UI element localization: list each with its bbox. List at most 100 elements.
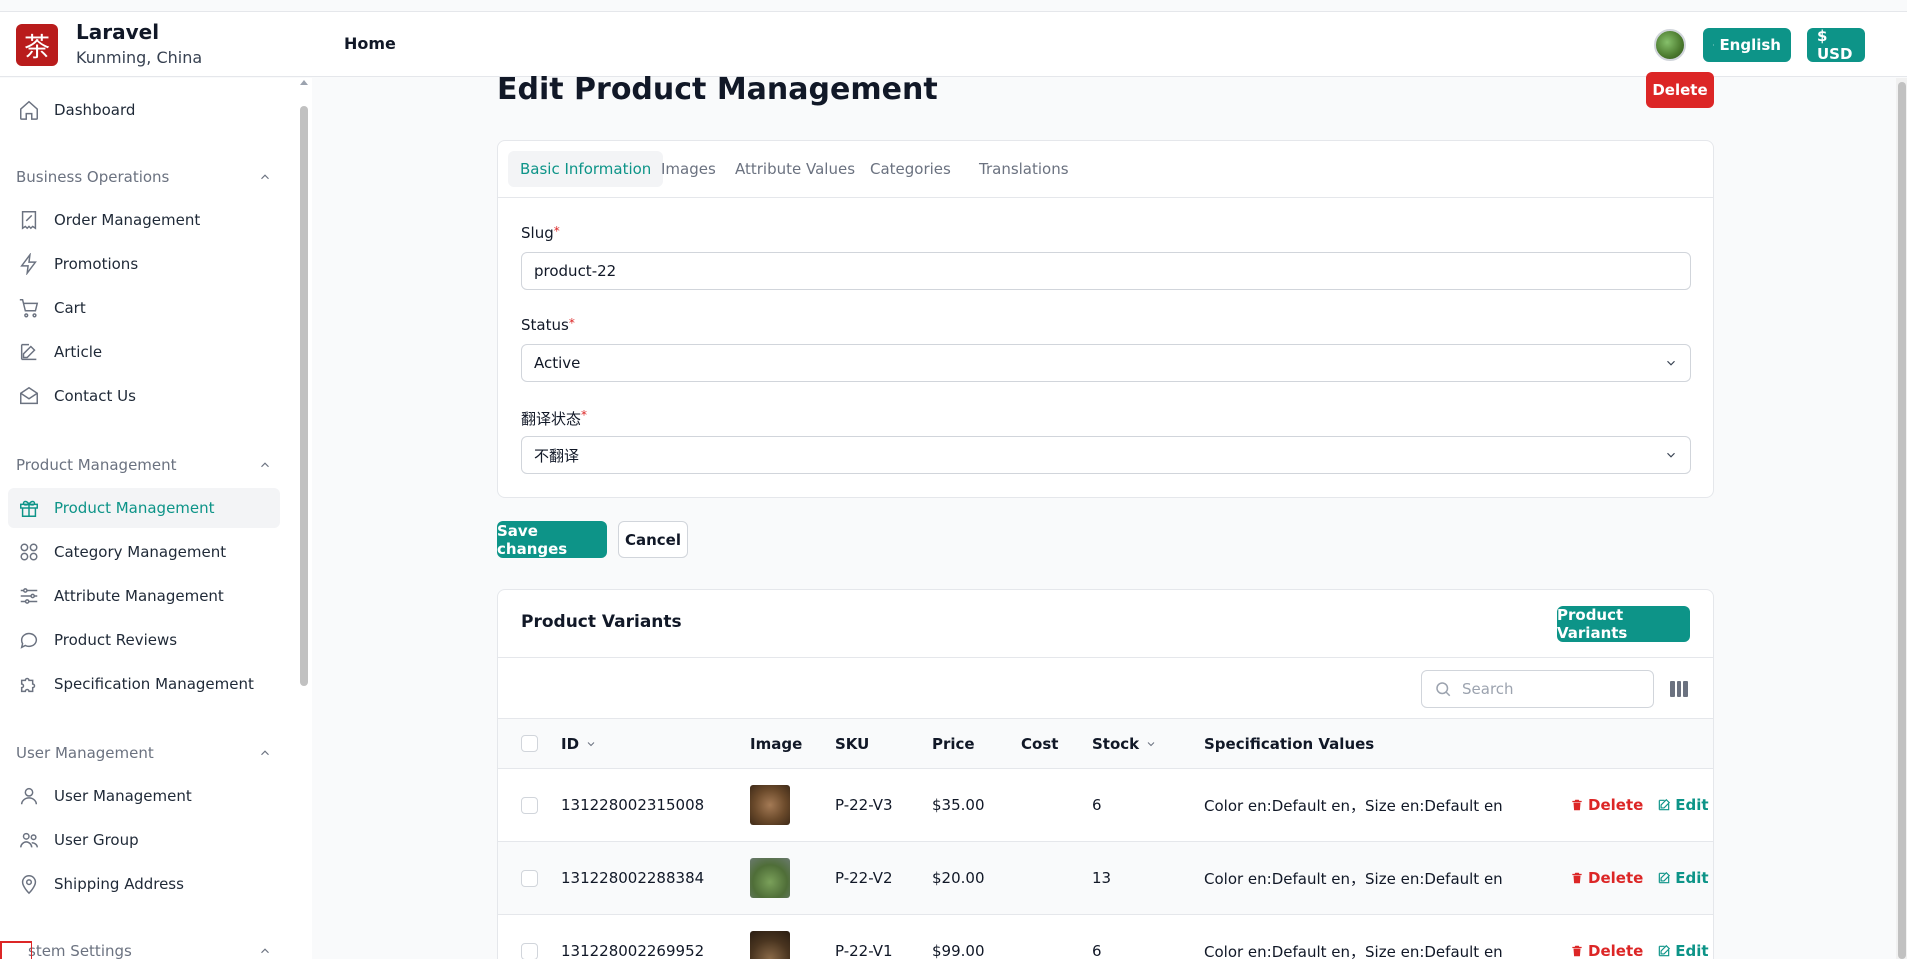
row-checkbox[interactable] <box>521 796 538 814</box>
puzzle-icon <box>20 677 36 693</box>
search-input[interactable]: Search <box>1421 670 1654 708</box>
translation-status-label-text: 翻译状态 <box>521 410 582 428</box>
tab-attribute-values[interactable]: Attribute Values <box>723 151 867 187</box>
variant-price: $99.00 <box>932 942 985 959</box>
users-icon <box>20 832 38 848</box>
globe-icon <box>1713 44 1715 46</box>
sidebar-item-user-group[interactable]: User Group <box>8 820 280 860</box>
cancel-button[interactable]: Cancel <box>618 521 688 558</box>
column-price: Price <box>932 734 975 753</box>
variant-stock: 13 <box>1092 869 1112 887</box>
sidebar-item-dashboard[interactable]: Dashboard <box>8 90 280 130</box>
language-label: English <box>1719 36 1781 54</box>
sidebar-item-attribute-management[interactable]: Attribute Management <box>8 576 280 616</box>
variant-image[interactable] <box>750 931 790 959</box>
edit-icon <box>1659 798 1671 811</box>
slug-label: Slug* <box>521 224 560 242</box>
delete-button[interactable]: Delete <box>1646 72 1714 108</box>
edit-label: Edit <box>1675 796 1709 814</box>
sidebar-item-label: Attribute Management <box>54 587 224 605</box>
scroll-up-arrow[interactable] <box>300 80 308 85</box>
sidebar-scroll-thumb[interactable] <box>300 106 308 686</box>
sidebar-item-specification-management[interactable]: Specification Management <box>8 664 280 704</box>
gift-icon <box>20 500 38 517</box>
product-variants-card: Product Variants Product Variants Search… <box>497 589 1714 959</box>
page-scroll-thumb[interactable] <box>1898 82 1906 959</box>
sidebar-item-category-management[interactable]: Category Management <box>8 532 280 572</box>
variant-price: $35.00 <box>932 796 985 814</box>
nav-home-link[interactable]: Home <box>344 34 396 53</box>
section-title: User Management <box>16 744 154 762</box>
sidebar-item-label: Product Reviews <box>54 631 178 649</box>
select-all-checkbox[interactable] <box>521 735 538 752</box>
row-actions: Delete Edit <box>1570 842 1709 914</box>
sidebar-item-shipping-address[interactable]: Shipping Address <box>8 864 280 904</box>
row-edit-button[interactable]: Edit <box>1657 796 1709 814</box>
sidebar-item-article[interactable]: Article <box>8 332 280 372</box>
column-id-label: ID <box>561 734 580 753</box>
row-delete-button[interactable]: Delete <box>1570 942 1643 959</box>
required-marker: * <box>568 316 575 330</box>
row-edit-button[interactable]: Edit <box>1657 869 1709 887</box>
variant-spec: Color en:Default en，Size en:Default en <box>1204 942 1503 959</box>
tab-images[interactable]: Images <box>649 151 728 187</box>
chevron-down-icon <box>1667 452 1675 458</box>
sidebar-item-user-management[interactable]: User Management <box>8 776 280 816</box>
debug-badge[interactable] <box>0 941 32 959</box>
section-title: stem Settings <box>28 942 132 959</box>
tab-translations[interactable]: Translations <box>967 151 1081 187</box>
row-checkbox[interactable] <box>521 869 538 887</box>
product-variants-button[interactable]: Product Variants <box>1557 606 1690 642</box>
slug-value: product-22 <box>534 262 617 280</box>
row-checkbox[interactable] <box>521 942 538 959</box>
sidebar-section-system-settings[interactable]: stem Settings <box>16 942 272 959</box>
app-logo[interactable]: 茶 <box>16 24 58 66</box>
columns-icon[interactable] <box>1670 681 1689 697</box>
sidebar-item-label: Order Management <box>54 211 201 229</box>
logo-char: 茶 <box>23 32 50 63</box>
status-select[interactable]: Active <box>521 344 1691 382</box>
edit-form-card: Basic Information Images Attribute Value… <box>497 140 1714 498</box>
variants-title: Product Variants <box>521 612 682 632</box>
sidebar-section-business-operations[interactable]: Business Operations <box>16 168 272 186</box>
sidebar-item-promotions[interactable]: Promotions <box>8 244 280 284</box>
row-edit-button[interactable]: Edit <box>1657 942 1709 959</box>
language-button[interactable]: English <box>1703 28 1791 62</box>
form-tabs: Basic Information Images Attribute Value… <box>498 141 1713 198</box>
variant-image[interactable] <box>750 785 790 825</box>
row-select-cell <box>521 769 538 841</box>
column-stock[interactable]: Stock <box>1092 719 1157 768</box>
required-marker: * <box>553 224 560 238</box>
row-delete-button[interactable]: Delete <box>1570 869 1643 887</box>
edit-label: Edit <box>1675 869 1709 887</box>
pencil-square-icon <box>20 343 37 361</box>
sidebar-item-product-reviews[interactable]: Product Reviews <box>8 620 280 660</box>
sidebar-section-product-management[interactable]: Product Management <box>16 456 272 474</box>
save-changes-button[interactable]: Save changes <box>497 521 607 558</box>
tab-categories[interactable]: Categories <box>858 151 963 187</box>
variant-id: 131228002288384 <box>561 869 705 887</box>
sidebar-item-label: Specification Management <box>54 675 254 693</box>
user-avatar[interactable] <box>1654 29 1686 61</box>
sidebar-item-contact-us[interactable]: Contact Us <box>8 376 280 416</box>
translation-status-select[interactable]: 不翻译 <box>521 436 1691 474</box>
edit-icon <box>1659 944 1671 957</box>
sidebar-item-cart[interactable]: Cart <box>8 288 280 328</box>
tab-basic-information[interactable]: Basic Information <box>508 151 664 187</box>
row-delete-button[interactable]: Delete <box>1570 796 1643 814</box>
currency-button[interactable]: $ USD <box>1807 27 1865 63</box>
sidebar-item-order-management[interactable]: Order Management <box>8 200 280 240</box>
variant-spec: Color en:Default en，Size en:Default en <box>1204 796 1503 815</box>
chevron-down-icon <box>587 741 595 746</box>
edit-label: Edit <box>1675 942 1709 959</box>
sidebar-section-user-management[interactable]: User Management <box>16 744 272 762</box>
slug-input[interactable]: product-22 <box>521 252 1691 290</box>
variant-price: $20.00 <box>932 869 985 887</box>
chevron-up-icon <box>261 750 269 756</box>
column-id[interactable]: ID <box>561 719 597 768</box>
variant-image[interactable] <box>750 858 790 898</box>
column-specification-values: Specification Values <box>1204 734 1375 753</box>
sliders-icon <box>20 588 38 604</box>
sidebar-item-product-management[interactable]: Product Management <box>8 488 280 528</box>
lightning-icon <box>20 253 37 275</box>
